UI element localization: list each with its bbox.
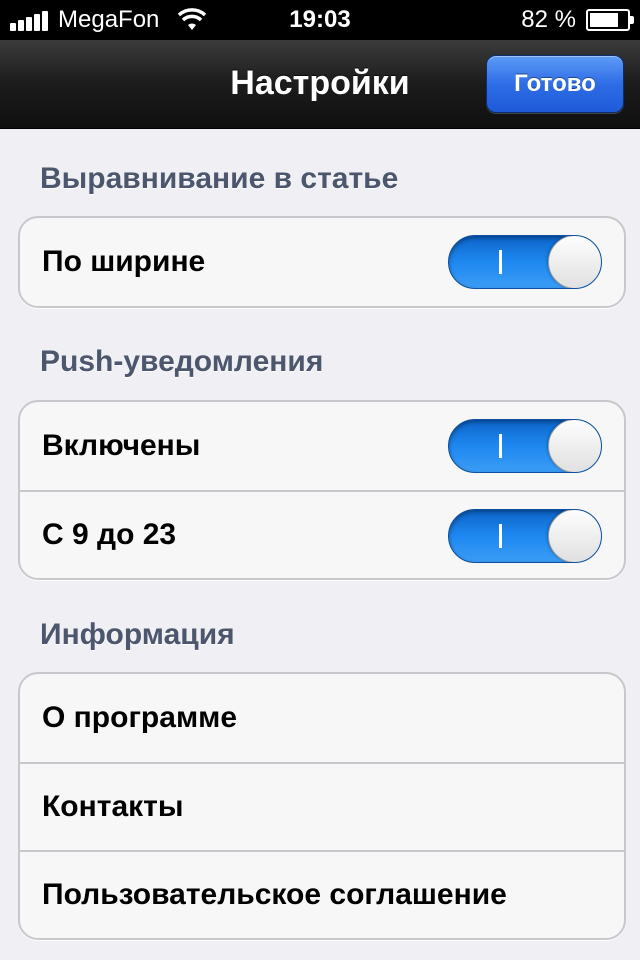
row-label: Включены	[42, 429, 201, 462]
justify-toggle[interactable]	[448, 235, 602, 289]
push-hours-toggle[interactable]	[448, 509, 602, 563]
status-right: 82 %	[521, 6, 634, 34]
row-about[interactable]: О программе	[20, 674, 624, 762]
group-info: О программе Контакты Пользовательское со…	[18, 672, 626, 940]
section-header-push: Push-уведомления	[40, 345, 324, 378]
section-header-alignment: Выравнивание в статье	[40, 162, 399, 195]
row-label: С 9 до 23	[42, 518, 177, 551]
row-label: По ширине	[42, 245, 206, 278]
push-enabled-toggle[interactable]	[448, 419, 602, 473]
row-label: Контакты	[42, 790, 184, 823]
battery-icon	[586, 9, 634, 31]
row-label: О программе	[42, 701, 238, 734]
toggle-knob	[548, 510, 601, 562]
toggle-on-mark	[499, 434, 502, 458]
status-bar: MegaFon 19:03 82 %	[0, 0, 640, 40]
row-push-hours: С 9 до 23	[20, 490, 624, 578]
group-alignment: По ширине	[18, 216, 626, 308]
done-button[interactable]: Готово	[486, 55, 624, 113]
row-label: Пользовательское соглашение	[42, 878, 507, 911]
navigation-bar: Настройки Готово	[0, 40, 640, 129]
toggle-on-mark	[499, 524, 502, 548]
group-push: Включены С 9 до 23	[18, 400, 626, 580]
row-user-agreement[interactable]: Пользовательское соглашение	[20, 850, 624, 938]
toggle-knob	[548, 420, 601, 472]
row-justify: По ширине	[20, 218, 624, 306]
toggle-knob	[548, 236, 601, 288]
battery-percent: 82 %	[521, 6, 576, 33]
row-contacts[interactable]: Контакты	[20, 762, 624, 850]
section-header-info: Информация	[40, 618, 235, 651]
row-push-enabled: Включены	[20, 402, 624, 490]
toggle-on-mark	[499, 250, 502, 274]
